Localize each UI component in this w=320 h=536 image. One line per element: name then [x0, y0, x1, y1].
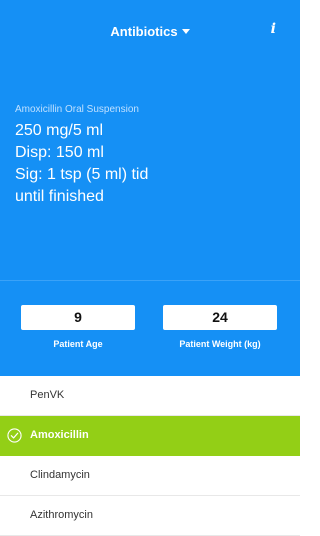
- check-circle-icon: [7, 428, 22, 443]
- dispense-line: Disp: 150 ml: [15, 144, 104, 161]
- drug-item-label: Azithromycin: [30, 509, 93, 521]
- category-dropdown-button[interactable]: Antibiotics: [0, 24, 300, 39]
- drug-item-amoxicillin[interactable]: Amoxicillin: [0, 416, 300, 456]
- prescription-panel: Antibiotics i Amoxicillin Oral Suspensio…: [0, 0, 300, 280]
- drug-item-azithromycin[interactable]: Azithromycin: [0, 496, 300, 536]
- info-icon[interactable]: i: [271, 21, 276, 37]
- strength-line: 250 mg/5 ml: [15, 122, 104, 139]
- prescription-text: Amoxicillin Oral Suspension 250 mg/5 ml …: [15, 104, 285, 208]
- patient-age-field: 9 Patient Age: [21, 305, 135, 349]
- patient-inputs: 9 Patient Age 24 Patient Weight (kg): [0, 280, 300, 376]
- patient-weight-field: 24 Patient Weight (kg): [163, 305, 277, 349]
- drug-item-penvk[interactable]: PenVK: [0, 376, 300, 416]
- drug-item-label: Clindamycin: [30, 469, 90, 481]
- patient-weight-label: Patient Weight (kg): [179, 339, 261, 349]
- drug-list: PenVK Amoxicillin Clindamycin Azithromyc…: [0, 376, 300, 536]
- duration-line: until finished: [15, 188, 104, 205]
- app-screen: Antibiotics i Amoxicillin Oral Suspensio…: [0, 0, 300, 536]
- patient-age-label: Patient Age: [53, 339, 103, 349]
- drug-item-label: Amoxicillin: [30, 429, 89, 441]
- category-title: Antibiotics: [110, 24, 178, 39]
- patient-age-input[interactable]: 9: [21, 305, 135, 330]
- chevron-down-icon: [181, 29, 190, 35]
- drug-name: Amoxicillin Oral Suspension: [15, 104, 139, 115]
- sig-line: Sig: 1 tsp (5 ml) tid: [15, 166, 149, 183]
- drug-item-label: PenVK: [30, 389, 65, 401]
- drug-item-clindamycin[interactable]: Clindamycin: [0, 456, 300, 496]
- header: Antibiotics i: [0, 0, 300, 62]
- patient-weight-input[interactable]: 24: [163, 305, 277, 330]
